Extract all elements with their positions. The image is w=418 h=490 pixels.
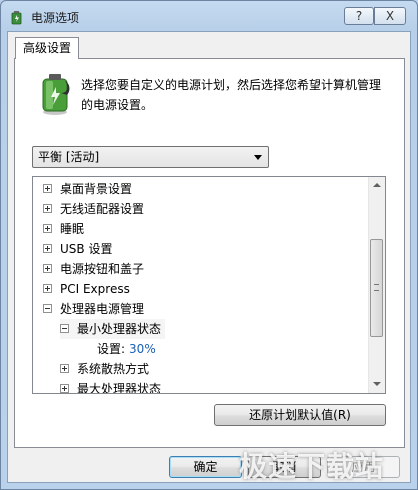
power-settings-tree[interactable]: 桌面背景设置 无线适配器设置 睡眠 USB 设置 电源按钮和盖子 PCI Exp…: [32, 176, 386, 394]
collapse-icon[interactable]: [60, 324, 69, 333]
power-plan-value: 平衡 [活动]: [38, 150, 100, 164]
tree-item-power-buttons-lid[interactable]: 电源按钮和盖子: [43, 259, 144, 279]
tab-advanced-settings[interactable]: 高级设置: [15, 37, 79, 59]
tree-item-pci-express[interactable]: PCI Express: [43, 279, 130, 299]
tree-item-wireless-adapter[interactable]: 无线适配器设置: [43, 199, 144, 219]
close-button[interactable]: X: [374, 7, 406, 25]
tree-item-setting-value[interactable]: 设置: 30%: [97, 339, 156, 359]
title-bar[interactable]: 电源选项 ? X: [1, 1, 417, 31]
tree-item-sleep[interactable]: 睡眠: [43, 219, 84, 239]
battery-power-icon: [42, 74, 70, 115]
expand-icon[interactable]: [43, 244, 52, 253]
tree-item-processor-power-management[interactable]: 处理器电源管理: [43, 299, 144, 319]
expand-icon[interactable]: [43, 264, 52, 273]
tree-item-system-cooling-policy[interactable]: 系统散热方式: [60, 359, 149, 379]
expand-icon[interactable]: [43, 284, 52, 293]
expand-icon[interactable]: [60, 384, 69, 393]
tree-item-min-processor-state[interactable]: 最小处理器状态: [60, 319, 166, 339]
expand-icon[interactable]: [43, 204, 52, 213]
power-options-icon: [11, 11, 22, 25]
chevron-down-icon: [254, 155, 262, 160]
apply-button[interactable]: 应用: [327, 456, 400, 478]
ok-button[interactable]: 确定: [169, 456, 242, 478]
help-button[interactable]: ?: [344, 7, 374, 25]
expand-icon[interactable]: [43, 184, 52, 193]
expand-icon[interactable]: [43, 224, 52, 233]
vertical-scrollbar[interactable]: [368, 177, 385, 393]
tree-item-desktop-background[interactable]: 桌面背景设置: [43, 179, 132, 199]
expand-icon[interactable]: [60, 364, 69, 373]
power-options-window: 电源选项 ? X 高级设置 选择您要自定义的电源计划，然后选择您希望计算机管理的…: [0, 0, 418, 490]
tree-item-usb-settings[interactable]: USB 设置: [43, 239, 112, 259]
scroll-thumb[interactable]: [370, 239, 383, 337]
restore-defaults-button[interactable]: 还原计划默认值(R): [214, 404, 386, 426]
cancel-button[interactable]: 取消: [248, 456, 321, 478]
tree-item-max-processor-state[interactable]: 最大处理器状态: [60, 379, 161, 393]
power-plan-dropdown[interactable]: 平衡 [活动]: [32, 146, 269, 168]
scroll-down-icon[interactable]: [369, 376, 385, 393]
window-title: 电源选项: [31, 11, 80, 25]
plan-description: 选择您要自定义的电源计划，然后选择您希望计算机管理的电源设置。: [81, 78, 382, 112]
collapse-icon[interactable]: [43, 304, 52, 313]
setting-label: 设置:: [97, 342, 126, 356]
setting-value[interactable]: 30%: [129, 342, 156, 356]
scroll-up-icon[interactable]: [369, 177, 385, 194]
